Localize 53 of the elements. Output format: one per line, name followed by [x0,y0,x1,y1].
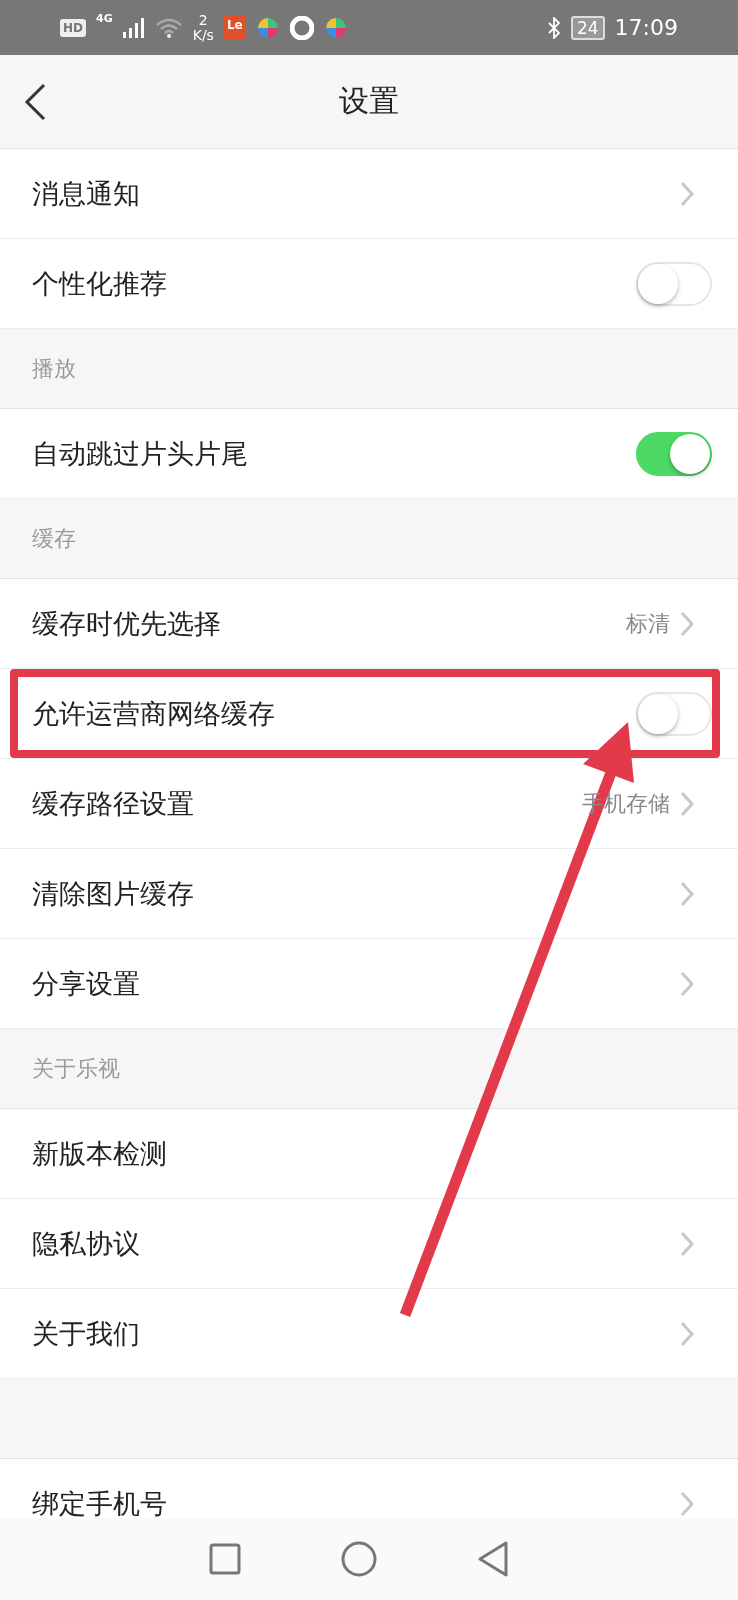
settings-row[interactable]: 个性化推荐 [0,239,738,329]
hd-icon: HD [60,18,86,37]
app-icon [323,15,348,40]
section-title: 关于乐视 [32,1054,120,1083]
settings-row[interactable]: 清除图片缓存 [0,849,738,939]
recent-apps-icon[interactable] [209,1543,241,1575]
back-icon[interactable] [24,83,46,121]
network-type: 4G [96,12,113,25]
settings-row[interactable]: 绑定手机号 [0,1459,738,1518]
setting-label: 绑定手机号 [32,1486,168,1518]
wifi-icon [154,16,183,39]
setting-label: 隐私协议 [32,1226,141,1261]
setting-label: 缓存路径设置 [32,786,195,821]
clock: 17:09 [614,15,678,40]
settings-row[interactable]: 缓存时优先选择 标清 [0,579,738,669]
settings-row[interactable]: 允许运营商网络缓存 [0,669,738,759]
home-icon[interactable] [341,1541,377,1577]
setting-label: 消息通知 [32,176,141,211]
settings-row[interactable]: 关于我们 [0,1289,738,1379]
chevron-icon [680,790,694,817]
setting-label: 允许运营商网络缓存 [32,696,276,731]
section-title: 播放 [32,354,76,383]
speed-unit: K/s [192,27,214,43]
setting-label: 自动跳过片头片尾 [32,436,249,471]
setting-label: 缓存时优先选择 [32,606,222,641]
app-icon [289,15,314,40]
chevron-icon [680,1320,694,1347]
settings-row[interactable]: 新版本检测 [0,1109,738,1199]
chevron-icon [680,970,694,997]
chevron-icon [680,1230,694,1257]
battery-icon: 24 [570,15,605,40]
app-icon [255,15,280,40]
setting-label: 关于我们 [32,1316,141,1351]
toggle-switch[interactable] [636,431,712,476]
bluetooth-icon [546,16,561,39]
app-icon: Le [223,15,246,40]
setting-label: 个性化推荐 [32,266,168,301]
settings-row[interactable]: 隐私协议 [0,1199,738,1289]
speed-value: 2 [198,12,208,28]
chevron-icon [680,880,694,907]
setting-label: 新版本检测 [32,1136,168,1171]
chevron-icon [680,610,694,637]
chevron-icon [680,180,694,207]
chevron-icon [680,1490,694,1517]
settings-row[interactable]: 自动跳过片头片尾 [0,409,738,499]
settings-row[interactable]: 消息通知 [0,149,738,239]
setting-label: 分享设置 [32,966,141,1001]
setting-value: 标清 [626,609,670,638]
signal-icon [122,17,145,38]
setting-label: 清除图片缓存 [32,876,195,911]
page-title: 设置 [339,82,399,120]
settings-row[interactable]: 分享设置 [0,939,738,1029]
section-title: 缓存 [32,524,76,553]
